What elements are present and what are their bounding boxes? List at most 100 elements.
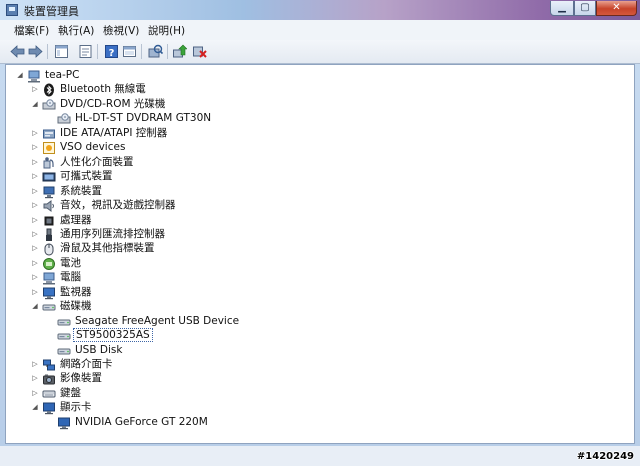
toolbar-separator: [47, 44, 48, 59]
expand-arrow-icon[interactable]: ▷: [31, 172, 39, 180]
disk-drive-icon: [57, 328, 71, 342]
status-bar: [0, 446, 640, 466]
expand-arrow-icon[interactable]: ▷: [31, 158, 39, 166]
device-manager-window: 裝置管理員 ▁ ▢ ✕ 檔案(F) 執行(A) 檢視(V) 說明(H) ? ◢ …: [0, 0, 640, 466]
menu-file[interactable]: 檔案(F): [14, 23, 49, 38]
usb-icon: [42, 227, 56, 241]
device-tree[interactable]: ◢ tea-PC ▷ Bluetooth 無線電 ◢ DVD/CD-ROM 光碟機 HL-D…: [5, 64, 635, 444]
computer-icon: [42, 270, 56, 285]
device-view-icon[interactable]: [54, 44, 69, 59]
tree-node-label: USB Disk: [75, 343, 123, 356]
portable-device-icon: [42, 169, 56, 183]
device-list-icon[interactable]: [122, 44, 137, 59]
expand-arrow-icon[interactable]: ▷: [31, 360, 39, 368]
tree-node-label: VSO devices: [60, 141, 126, 154]
system-device-icon: [42, 184, 56, 198]
tree-node-label: 系統裝置: [60, 184, 102, 197]
menu-bar: 檔案(F) 執行(A) 檢視(V) 說明(H): [0, 20, 640, 41]
expand-arrow-icon[interactable]: ▷: [31, 273, 39, 281]
network-adapter-icon: [42, 357, 56, 371]
expand-arrow-icon[interactable]: ▷: [31, 230, 39, 238]
tree-node-label: 通用序列匯流排控制器: [60, 227, 165, 240]
help-icon[interactable]: ?: [104, 44, 119, 59]
display-adapter-icon: [57, 415, 71, 429]
tree-node-label: 電池: [60, 256, 81, 269]
tree-node-label: 人性化介面裝置: [60, 155, 134, 168]
device-manager-icon: [6, 4, 18, 16]
tree-node-label: Seagate FreeAgent USB Device: [75, 314, 240, 327]
disk-drive-icon: [57, 343, 71, 357]
toolbar-separator: [141, 44, 142, 59]
hid-icon: [42, 155, 56, 169]
tree-node-label: 網路介面卡: [60, 358, 113, 370]
keyboard-icon: [42, 386, 56, 400]
menu-action[interactable]: 執行(A): [58, 23, 94, 38]
tree-node-label: 鍵盤: [60, 386, 81, 399]
display-adapter-icon: [42, 400, 56, 415]
tree-node-label-selected: ST9500325AS: [73, 328, 153, 343]
expand-arrow-icon[interactable]: ▷: [31, 389, 39, 397]
back-arrow-icon[interactable]: [10, 44, 25, 59]
close-button[interactable]: ✕: [596, 1, 637, 16]
toolbar: ?: [0, 40, 640, 64]
window-title: 裝置管理員: [24, 5, 79, 18]
tree-node-label: Bluetooth 無線電: [60, 83, 146, 96]
ide-controller-icon: [42, 126, 56, 140]
computer-icon: [27, 68, 41, 83]
title-bar[interactable]: 裝置管理員 ▁ ▢ ✕: [0, 0, 640, 20]
minimize-button[interactable]: ▁: [550, 1, 574, 16]
expand-arrow-icon[interactable]: ▷: [31, 143, 39, 151]
sound-icon: [42, 198, 56, 213]
tree-node-label: NVIDIA GeForce GT 220M: [75, 415, 208, 428]
toolbar-separator: [97, 44, 98, 59]
battery-icon: [42, 256, 56, 270]
tree-node-label: tea-PC: [45, 69, 80, 81]
expand-arrow-icon[interactable]: ▷: [31, 374, 39, 382]
vso-device-icon: [42, 140, 56, 155]
menu-view[interactable]: 檢視(V): [103, 23, 139, 38]
collapse-arrow-icon[interactable]: ◢: [31, 100, 39, 108]
tree-node-label: DVD/CD-ROM 光碟機: [60, 97, 166, 110]
expand-arrow-icon[interactable]: ▷: [31, 216, 39, 224]
uninstall-device-icon[interactable]: [192, 44, 207, 59]
tree-node-label: 處理器: [60, 213, 92, 226]
collapse-arrow-icon[interactable]: ◢: [31, 403, 39, 411]
mouse-icon: [42, 241, 56, 256]
update-driver-icon[interactable]: [172, 44, 188, 59]
disk-drive-icon: [57, 314, 71, 328]
expand-arrow-icon[interactable]: ▷: [31, 85, 39, 93]
tree-node-label: 磁碟機: [60, 300, 92, 313]
tree-node-label: 電腦: [60, 271, 81, 284]
tree-node-label: IDE ATA/ATAPI 控制器: [60, 126, 168, 139]
dvd-drive-icon: [57, 111, 71, 125]
tree-node-label: 顯示卡: [60, 401, 92, 414]
menu-help[interactable]: 說明(H): [148, 23, 185, 38]
tree-node-label: 監視器: [60, 285, 92, 298]
processor-icon: [42, 213, 56, 227]
imaging-device-icon: [42, 371, 56, 385]
expand-arrow-icon[interactable]: ▷: [31, 259, 39, 267]
tree-node-label: 滑鼠及其他指標裝置: [60, 242, 155, 255]
expand-arrow-icon[interactable]: ▷: [31, 201, 39, 209]
properties-icon[interactable]: [78, 44, 93, 59]
disk-drive-icon: [42, 299, 56, 313]
expand-arrow-icon[interactable]: ▷: [31, 129, 39, 137]
collapse-arrow-icon[interactable]: ◢: [31, 302, 39, 310]
toolbar-separator: [167, 44, 168, 59]
tree-node-label: 可攜式裝置: [60, 170, 113, 183]
expand-arrow-icon[interactable]: ▷: [31, 288, 39, 296]
svg-text:?: ?: [109, 48, 115, 59]
tree-node-label: 音效，視訊及遊戲控制器: [60, 199, 176, 212]
bluetooth-icon: [42, 82, 56, 97]
forward-arrow-icon[interactable]: [28, 44, 43, 59]
scan-hardware-icon[interactable]: [148, 44, 164, 59]
tree-node-label: 影像裝置: [60, 372, 102, 385]
collapse-arrow-icon[interactable]: ◢: [16, 71, 24, 79]
monitor-icon: [42, 285, 56, 299]
expand-arrow-icon[interactable]: ▷: [31, 244, 39, 252]
tree-node-label: HL-DT-ST DVDRAM GT30N: [75, 112, 212, 125]
expand-arrow-icon[interactable]: ▷: [31, 187, 39, 195]
maximize-button[interactable]: ▢: [574, 1, 596, 16]
dvd-drive-icon: [42, 97, 56, 111]
watermark-text: #1420249: [576, 451, 634, 462]
